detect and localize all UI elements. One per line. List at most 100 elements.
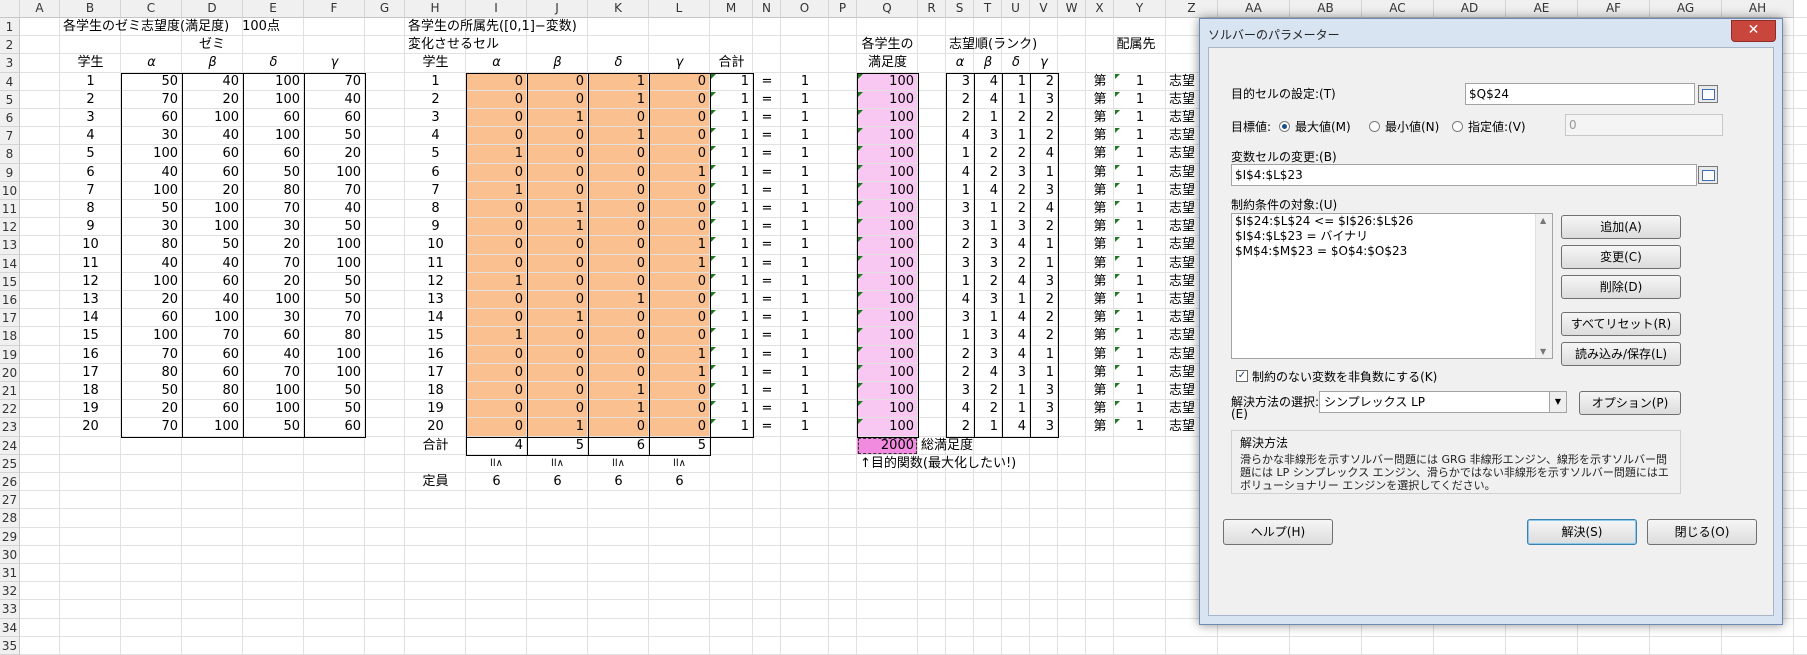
satisfaction-cell[interactable]: 100 [857,109,918,127]
satisfaction-cell[interactable]: 100 [857,145,918,163]
assignment-cell[interactable]: 0 [527,91,588,109]
column-header[interactable]: P [829,0,857,18]
student-id[interactable]: 6 [405,164,466,182]
rank-cell[interactable]: 2 [1030,327,1058,345]
row-header[interactable]: 24 [0,436,20,455]
row-header[interactable]: 21 [0,382,20,401]
satisfaction-cell[interactable]: 100 [857,236,918,254]
rank-cell[interactable]: 3 [946,382,974,400]
scroll-down-icon[interactable]: ▼ [1540,347,1546,356]
preference-cell[interactable]: 80 [243,182,304,200]
rank-cell[interactable]: 2 [974,400,1002,418]
equals-sign[interactable]: = [753,200,781,218]
rank-cell[interactable]: 4 [1030,200,1058,218]
delete-button[interactable]: 削除(D) [1561,275,1681,299]
satisfaction-cell[interactable]: 100 [857,309,918,327]
row-target-cell[interactable]: 1 [781,346,829,364]
dai-label[interactable]: 第 [1086,73,1114,91]
row-header[interactable]: 28 [0,509,20,528]
row-sum-cell[interactable]: 1 [710,309,753,327]
row-sum-cell[interactable]: 1 [710,364,753,382]
preference-cell[interactable]: 20 [121,291,182,309]
rank-cell[interactable]: 4 [946,400,974,418]
satisfaction-cell[interactable]: 100 [857,200,918,218]
column-header[interactable]: L [649,0,710,18]
rank-cell[interactable]: 2 [1002,200,1030,218]
row-header[interactable]: 16 [0,291,20,310]
assignment-cell[interactable]: 0 [466,418,527,436]
equals-sign[interactable]: = [753,145,781,163]
rank-cell[interactable]: 2 [974,382,1002,400]
equals-sign[interactable]: = [753,273,781,291]
assigned-rank-cell[interactable]: 1 [1114,200,1166,218]
satisfaction-header[interactable]: 各学生の [837,36,938,54]
assignment-cell[interactable]: 0 [588,255,649,273]
student-id[interactable]: 2 [60,91,121,109]
column-total-cell[interactable]: 4 [466,437,527,455]
rank-cell[interactable]: 4 [1002,309,1030,327]
total-satisfaction-cell[interactable]: 2000 [857,437,918,455]
add-button[interactable]: 追加(A) [1561,215,1681,239]
student-id[interactable]: 19 [405,400,466,418]
objective-note[interactable]: ↑目的関数(最大化したい!) [857,455,1058,473]
assignment-cell[interactable]: 0 [588,182,649,200]
row-sum-cell[interactable]: 1 [710,418,753,436]
column-header[interactable]: AG [1650,0,1722,18]
column-header[interactable]: AH [1722,0,1794,18]
assigned-rank-cell[interactable]: 1 [1114,309,1166,327]
assignment-cell[interactable]: 1 [466,327,527,345]
equals-sign[interactable]: = [753,255,781,273]
row-header[interactable]: 10 [0,181,20,200]
value-radio[interactable] [1452,121,1463,132]
load-save-button[interactable]: 読み込み/保存(L) [1561,342,1681,366]
satisfaction-cell[interactable]: 100 [857,255,918,273]
assignment-cell[interactable]: 0 [588,200,649,218]
greek-header[interactable]: α [946,54,974,72]
capacity-cell[interactable]: 6 [649,473,710,491]
preference-cell[interactable]: 60 [304,418,365,436]
rank-cell[interactable]: 3 [946,73,974,91]
chevron-down-icon[interactable]: ▼ [1549,392,1566,412]
rank-cell[interactable]: 3 [1030,418,1058,436]
row-header[interactable]: 9 [0,163,20,182]
column-header[interactable]: M [710,0,753,18]
assignment-cell[interactable]: 0 [466,364,527,382]
assignment-cell[interactable]: 1 [588,91,649,109]
dai-label[interactable]: 第 [1086,255,1114,273]
row-sum-cell[interactable]: 1 [710,382,753,400]
preference-cell[interactable]: 80 [182,382,243,400]
row-header[interactable]: 22 [0,400,20,419]
student-id[interactable]: 13 [405,291,466,309]
rank-cell[interactable]: 2 [1002,255,1030,273]
satisfaction-cell[interactable]: 100 [857,327,918,345]
preference-cell[interactable]: 40 [121,164,182,182]
assignment-cell[interactable]: 1 [527,200,588,218]
row-header[interactable]: 25 [0,454,20,473]
assignment-cell[interactable]: 1 [649,255,710,273]
rank-cell[interactable]: 1 [1030,164,1058,182]
row-target-cell[interactable]: 1 [781,91,829,109]
assignment-cell[interactable]: 0 [527,182,588,200]
student-id[interactable]: 4 [60,127,121,145]
column-header[interactable]: AC [1362,0,1434,18]
preference-cell[interactable]: 100 [121,145,182,163]
assignment-cell[interactable]: 0 [649,145,710,163]
equals-sign[interactable]: = [753,418,781,436]
assigned-rank-cell[interactable]: 1 [1114,236,1166,254]
rank-cell[interactable]: 2 [946,109,974,127]
row-header[interactable]: 13 [0,236,20,255]
preference-cell[interactable]: 50 [304,127,365,145]
preference-cell[interactable]: 50 [182,236,243,254]
rank-cell[interactable]: 4 [1002,418,1030,436]
student-header[interactable]: 学生 [405,54,466,72]
dai-label[interactable]: 第 [1086,218,1114,236]
rank-cell[interactable]: 4 [1030,145,1058,163]
equals-sign[interactable]: = [753,364,781,382]
student-id[interactable]: 4 [405,127,466,145]
student-id[interactable]: 16 [405,346,466,364]
assignment-cell[interactable]: 1 [588,400,649,418]
row-header[interactable]: 1 [0,18,20,37]
row-target-cell[interactable]: 1 [781,291,829,309]
assignment-cell[interactable]: 0 [466,127,527,145]
row-target-cell[interactable]: 1 [781,236,829,254]
